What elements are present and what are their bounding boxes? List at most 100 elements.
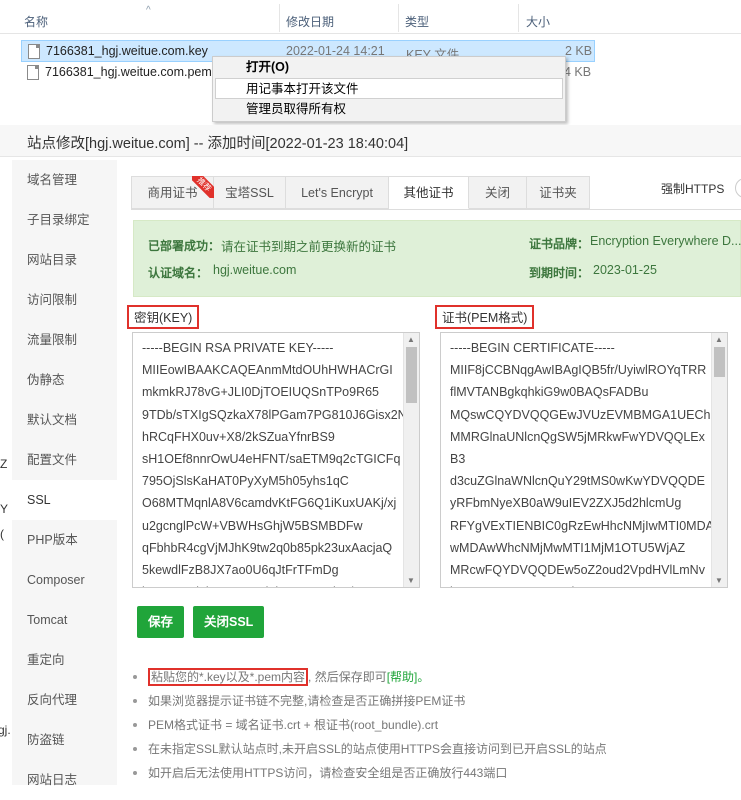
tab-lets-encrypt[interactable]: Let's Encrypt [286,176,389,209]
settings-sidebar: 域名管理 子目录绑定 网站目录 访问限制 流量限制 伪静态 默认文档 配置文件 … [12,160,117,787]
code-line: MQswCQYDVQQGEwJVUzEVMBMGA1UECh [450,407,711,422]
column-divider[interactable] [518,4,519,32]
left-edge-background: Z Y ( gj. [0,160,12,785]
sidebar-item-site-log[interactable]: 网站日志 [12,760,117,800]
file-icon [27,65,39,80]
sidebar-item-redirect[interactable]: 重定向 [12,640,117,680]
code-line: RFYgVExTIENBIC0gRzEwHhcNMjIwMTI0MDA [450,518,712,533]
sidebar-item-default-doc[interactable]: 默认文档 [12,400,117,440]
sidebar-item-rewrite[interactable]: 伪静态 [12,360,117,400]
scroll-up-icon[interactable]: ▲ [715,335,723,344]
edge-text: Y [0,502,9,516]
code-line: hRCqFHX0uv+X8/2kSZuaYfnrBS9 [142,429,335,444]
code-line: kCANPHd0iEWxC5cXiLj4ZCEsFHle4/v1papoQ [142,581,404,587]
code-line: yRFbmNyeXB0aW9uIEV2ZXJ5d2hlcmUg [450,496,682,511]
site-settings-dialog: 站点修改[hgj.weitue.com] -- 添加时间[2022-01-23 … [0,125,741,787]
code-line: MIIEowIBAAKCAQEAnmMtdOUhHWHACrGI [142,363,393,378]
dialog-title-bar: 站点修改[hgj.weitue.com] -- 添加时间[2022-01-23 … [0,125,741,157]
code-line: 795OjSlsKaHAT0PyXyM5h05yhs1qC [142,474,349,489]
scroll-thumb[interactable] [714,347,725,377]
sidebar-item-site-directory[interactable]: 网站目录 [12,240,117,280]
brand-label: 证书品牌： [529,237,590,251]
context-menu-open-notepad[interactable]: 用记事本打开该文件 [215,78,563,99]
column-type[interactable]: 类型 [405,13,429,30]
tab-cert-folder[interactable]: 证书夹 [527,176,590,209]
force-https-toggle[interactable] [735,178,741,198]
sidebar-item-tomcat[interactable]: Tomcat [12,600,117,640]
deployed-label: 已部署成功： [148,239,221,253]
code-line: 9TDb/sTXIgSQzkaX78lPGam7PG810J6Gisx2N [142,407,404,422]
code-line: MRcwFQYDVQQDEw5oZ2oud2VpdHVlLmNv [450,563,705,578]
edge-text: ( [0,527,4,541]
column-date[interactable]: 修改日期 [286,13,334,30]
tip-item: 粘贴您的*.key以及*.pem内容, 然后保存即可[帮助]。 [133,665,741,689]
context-menu-open[interactable]: 打开(O) [213,57,565,78]
tab-commercial-cert[interactable]: 商用证书 推荐 [131,176,214,209]
code-line: sH1OEf8nnrOwU4eHFNT/saETM9q2cTGICFq [142,452,401,467]
cert-textarea[interactable]: -----BEGIN CERTIFICATE----- MIIF8jCCBNqgA… [440,332,728,588]
tip-item: 如果浏览器提示证书链不完整,请检查是否正确拼接PEM证书 [133,689,741,713]
key-content: -----BEGIN RSA PRIVATE KEY----- MIIEowIBA… [142,337,404,587]
file-name: 7166381_hgj.weitue.com.pem [45,65,212,79]
code-line: B3 [450,452,466,467]
help-link[interactable]: [帮助]。 [387,670,430,684]
sort-ascending-icon: ^ [146,5,151,16]
code-line: wMDAwWhcNMjMwMTI1MjM1OTU5WjAZ [450,540,686,555]
column-name[interactable]: 名称 [24,13,48,30]
tip-item: PEM格式证书 = 域名证书.crt + 根证书(root_bundle).cr… [133,713,741,737]
sidebar-item-hotlink[interactable]: 防盗链 [12,720,117,760]
sidebar-item-ssl[interactable]: SSL [12,480,117,520]
sidebar-item-access-limit[interactable]: 访问限制 [12,280,117,320]
column-divider[interactable] [279,4,280,32]
scroll-down-icon[interactable]: ▼ [407,576,415,585]
code-line: qFbhbR4cgVjMJhK9tw2q0b85pk23uxAacjaQ [142,540,393,555]
expire-value: 2023-01-25 [593,263,657,277]
code-line: -----BEGIN RSA PRIVATE KEY----- [142,341,334,355]
key-scrollbar[interactable]: ▲ ▼ [403,333,419,587]
cert-content: -----BEGIN CERTIFICATE----- MIIF8jCCBNqgA… [450,337,712,587]
sidebar-item-domains[interactable]: 域名管理 [12,160,117,200]
tab-label: 商用证书 [147,186,198,200]
tip-item: 如开启后无法使用HTTPS访问，请检查安全组是否正确放行443端口 [133,761,741,785]
close-ssl-button[interactable]: 关闭SSL [193,606,265,638]
sidebar-item-traffic-limit[interactable]: 流量限制 [12,320,117,360]
edge-text: Z [0,457,8,471]
sidebar-item-reverse-proxy[interactable]: 反向代理 [12,680,117,720]
sidebar-item-subdir-binding[interactable]: 子目录绑定 [12,200,117,240]
column-size[interactable]: 大小 [526,13,550,30]
context-menu-take-ownership[interactable]: 管理员取得所有权 [213,99,565,120]
scroll-thumb[interactable] [406,347,417,403]
code-line: u2gcnglPcW+VBWHsGhjW5BSMBDFw [142,518,363,533]
code-line: bTCCASIwDQYJKoZIhvcNAQEBBQADggEP [450,581,712,587]
tab-other-cert[interactable]: 其他证书 [389,176,469,209]
code-line: MIIF8jCCBNqgAwIBAgIQB5fr/UyiwlROYqTRR [450,363,707,378]
sidebar-item-config-file[interactable]: 配置文件 [12,440,117,480]
column-divider[interactable] [398,4,399,32]
save-button[interactable]: 保存 [137,606,185,638]
tip-text: , 然后保存即可 [308,670,387,684]
context-menu: 打开(O) 用记事本打开该文件 管理员取得所有权 [212,56,566,122]
code-line: O68MTMqnlA8V6camdvKtFG6Q1iKuxUAKj/xj [142,496,397,511]
scroll-up-icon[interactable]: ▲ [407,335,415,344]
sidebar-item-php-version[interactable]: PHP版本 [12,520,117,560]
edge-text: gj. [0,723,11,737]
cert-scrollbar[interactable]: ▲ ▼ [711,333,727,587]
file-size: 4 KB [564,65,592,79]
file-size: 2 KB [565,44,593,58]
sidebar-item-composer[interactable]: Composer [12,560,117,600]
domain-value: hgj.weitue.com [213,263,297,277]
domain-label: 认证域名： [148,266,209,280]
scroll-down-icon[interactable]: ▼ [715,576,723,585]
recommend-badge: 推荐 [192,176,214,198]
force-https-label: 强制HTTPS [661,182,725,196]
cert-label: 证书(PEM格式) [435,305,535,329]
code-line: flMVTANBgkqhkiG9w0BAQsFADBu [450,385,649,400]
tab-close[interactable]: 关闭 [469,176,527,209]
brand-value: Encryption Everywhere D... [590,234,741,248]
file-explorer: ^ 名称 修改日期 类型 大小 7166381_hgj.weitue.com.k… [0,0,741,125]
tips-list: 粘贴您的*.key以及*.pem内容, 然后保存即可[帮助]。 如果浏览器提示证… [133,665,741,785]
code-line: 5kewdlFzB8JX7ao0U6qJtFrTFmDg [142,563,339,578]
tab-bt-ssl[interactable]: 宝塔SSL [214,176,286,209]
key-textarea[interactable]: -----BEGIN RSA PRIVATE KEY----- MIIEowIBA… [132,332,420,588]
ssl-status-panel: 已部署成功： 请在证书到期之前更换新的证书 认证域名： hgj.weitue.c… [133,220,741,297]
